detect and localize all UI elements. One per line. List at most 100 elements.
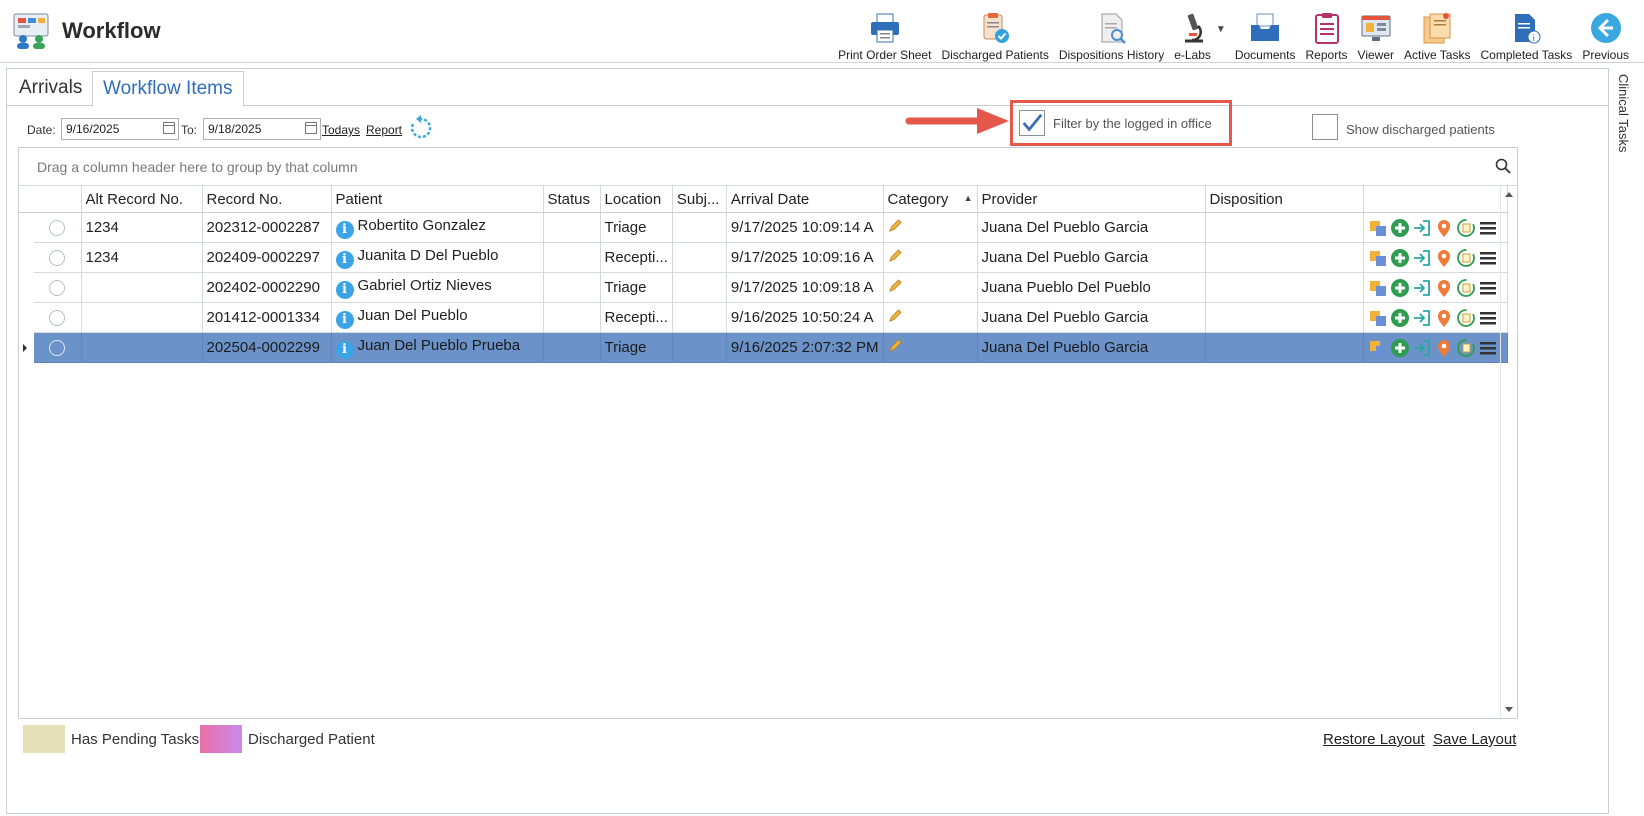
table-row[interactable]: 202402-0002290 i Gabriel Ortiz Nieves Triag…	[19, 272, 1508, 303]
discharged-patients-button[interactable]: Discharged Patients	[936, 4, 1053, 62]
edit-pencil-icon[interactable]	[888, 248, 902, 263]
edit-pencil-icon[interactable]	[888, 308, 902, 323]
category-cell[interactable]	[883, 242, 978, 273]
assign-icon[interactable]	[1368, 278, 1388, 298]
check-in-icon[interactable]	[1412, 218, 1432, 238]
edit-pencil-icon[interactable]	[888, 218, 902, 233]
table-row[interactable]: 202504-0002299 i Juan Del Pueblo Prueba Tri…	[19, 332, 1508, 363]
column-header-arrival-date[interactable]: Arrival Date	[726, 186, 884, 213]
refresh-list-icon[interactable]	[1456, 218, 1476, 238]
add-icon[interactable]	[1390, 338, 1410, 358]
add-icon[interactable]	[1390, 308, 1410, 328]
restore-layout-link[interactable]: Restore Layout	[1323, 731, 1425, 748]
info-icon[interactable]: i	[335, 340, 354, 359]
menu-icon[interactable]	[1478, 338, 1498, 358]
vertical-scrollbar[interactable]	[1500, 186, 1517, 718]
column-header-location[interactable]: Location	[600, 186, 673, 213]
print-order-sheet-button[interactable]: Print Order Sheet	[833, 4, 936, 62]
info-icon[interactable]: i	[335, 310, 354, 329]
category-cell[interactable]	[883, 272, 978, 303]
location-pin-icon[interactable]	[1434, 218, 1454, 238]
check-in-icon[interactable]	[1412, 248, 1432, 268]
menu-icon[interactable]	[1478, 278, 1498, 298]
row-select-radio[interactable]	[49, 219, 66, 236]
e-labs-dropdown-caret[interactable]: ▼	[1216, 24, 1226, 35]
column-header-record-no[interactable]: Record No.	[202, 186, 332, 213]
patient-cell[interactable]: i Robertito Gonzalez	[331, 212, 544, 243]
date-from-picker[interactable]: 9/16/2025	[61, 118, 179, 140]
documents-button[interactable]: Documents	[1230, 4, 1301, 62]
category-cell[interactable]	[883, 332, 978, 363]
add-icon[interactable]	[1390, 218, 1410, 238]
category-cell[interactable]	[883, 302, 978, 333]
check-in-icon[interactable]	[1412, 278, 1432, 298]
add-icon[interactable]	[1390, 278, 1410, 298]
table-row[interactable]: 201412-0001334 i Juan Del Pueblo Recepti...…	[19, 302, 1508, 333]
active-tasks-button[interactable]: Active Tasks	[1399, 4, 1475, 62]
info-icon[interactable]: i	[335, 220, 354, 239]
table-row[interactable]: 1234 202312-0002287 i Robertito Gonzalez Tri…	[19, 212, 1508, 243]
show-discharged-checkbox[interactable]	[1312, 114, 1338, 140]
patient-cell[interactable]: i Gabriel Ortiz Nieves	[331, 272, 544, 303]
location-pin-icon[interactable]	[1434, 338, 1454, 358]
patient-cell[interactable]: i Juanita D Del Pueblo	[331, 242, 544, 273]
refresh-list-icon[interactable]	[1456, 338, 1476, 358]
row-select-radio[interactable]	[49, 279, 66, 296]
check-in-icon[interactable]	[1412, 338, 1432, 358]
category-cell[interactable]	[883, 212, 978, 243]
tab-arrivals[interactable]: Arrivals	[9, 71, 92, 105]
check-in-icon[interactable]	[1412, 308, 1432, 328]
row-select-radio[interactable]	[49, 309, 66, 326]
completed-tasks-button[interactable]: i Completed Tasks	[1475, 4, 1577, 62]
group-by-panel[interactable]: Drag a column header here to group by th…	[19, 148, 1517, 186]
assign-icon[interactable]	[1368, 218, 1388, 238]
e-labs-button[interactable]: e-Labs	[1169, 4, 1216, 62]
edit-pencil-icon[interactable]	[888, 278, 902, 293]
location-pin-icon[interactable]	[1434, 278, 1454, 298]
refresh-list-icon[interactable]	[1456, 278, 1476, 298]
column-header-disposition[interactable]: Disposition	[1205, 186, 1364, 213]
todays-link[interactable]: Todays	[322, 123, 360, 137]
patient-cell[interactable]: i Juan Del Pueblo	[331, 302, 544, 333]
info-icon[interactable]: i	[335, 280, 354, 299]
assign-icon[interactable]	[1368, 338, 1388, 358]
column-header-category[interactable]: Category ▲	[883, 186, 978, 213]
select-cell[interactable]	[34, 212, 82, 243]
calendar-icon[interactable]	[305, 122, 317, 134]
select-cell[interactable]	[34, 332, 82, 363]
column-header-select[interactable]	[34, 186, 82, 213]
column-header-provider[interactable]: Provider	[977, 186, 1206, 213]
refresh-list-icon[interactable]	[1456, 308, 1476, 328]
reports-button[interactable]: Reports	[1301, 4, 1353, 62]
viewer-button[interactable]: Viewer	[1353, 4, 1399, 62]
assign-icon[interactable]	[1368, 308, 1388, 328]
select-cell[interactable]	[34, 302, 82, 333]
save-layout-link[interactable]: Save Layout	[1433, 731, 1516, 748]
menu-icon[interactable]	[1478, 308, 1498, 328]
table-row[interactable]: 1234 202409-0002297 i Juanita D Del Pueblo R…	[19, 242, 1508, 273]
assign-icon[interactable]	[1368, 248, 1388, 268]
column-header-patient[interactable]: Patient	[331, 186, 544, 213]
edit-pencil-icon[interactable]	[888, 338, 902, 353]
info-icon[interactable]: i	[335, 250, 354, 269]
refresh-icon[interactable]	[408, 115, 434, 141]
report-link[interactable]: Report	[366, 123, 402, 137]
calendar-icon[interactable]	[163, 122, 175, 134]
column-header-status[interactable]: Status	[543, 186, 601, 213]
filter-by-office-checkbox[interactable]	[1019, 110, 1045, 136]
location-pin-icon[interactable]	[1434, 308, 1454, 328]
date-to-picker[interactable]: 9/18/2025	[203, 118, 321, 140]
row-select-radio[interactable]	[49, 339, 66, 356]
select-cell[interactable]	[34, 272, 82, 303]
clinical-tasks-rail[interactable]: Clinical Tasks	[1610, 68, 1640, 812]
tab-workflow-items[interactable]: Workflow Items	[92, 71, 244, 107]
column-header-alt-record[interactable]: Alt Record No.	[81, 186, 203, 213]
search-icon[interactable]	[1495, 158, 1511, 174]
row-select-radio[interactable]	[49, 249, 66, 266]
menu-icon[interactable]	[1478, 248, 1498, 268]
location-pin-icon[interactable]	[1434, 248, 1454, 268]
add-icon[interactable]	[1390, 248, 1410, 268]
menu-icon[interactable]	[1478, 218, 1498, 238]
previous-button[interactable]: Previous	[1577, 4, 1634, 62]
scroll-down-icon[interactable]	[1505, 707, 1513, 712]
